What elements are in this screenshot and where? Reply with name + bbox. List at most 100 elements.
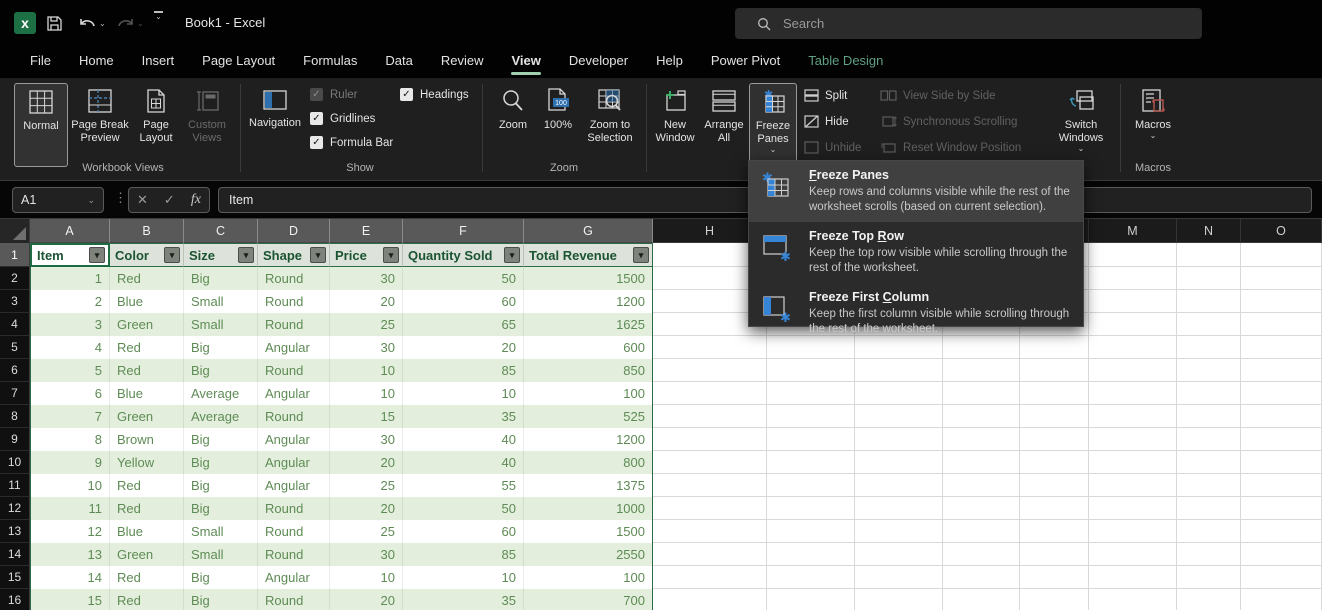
empty-cell[interactable] (1020, 428, 1089, 451)
data-cell[interactable]: Big (184, 589, 258, 610)
data-cell[interactable]: 1200 (524, 290, 653, 313)
empty-cell[interactable] (1241, 290, 1322, 313)
data-cell[interactable]: 2 (30, 290, 110, 313)
empty-cell[interactable] (767, 382, 855, 405)
empty-cell[interactable] (1177, 359, 1241, 382)
data-cell[interactable]: Green (110, 543, 184, 566)
data-cell[interactable]: Big (184, 566, 258, 589)
empty-cell[interactable] (767, 405, 855, 428)
data-cell[interactable]: Red (110, 497, 184, 520)
empty-cell[interactable] (767, 520, 855, 543)
row-header-15[interactable]: 15 (0, 566, 30, 589)
data-cell[interactable]: 10 (330, 359, 403, 382)
fx-icon[interactable]: fx (191, 192, 201, 208)
data-cell[interactable]: 25 (330, 474, 403, 497)
data-cell[interactable]: 11 (30, 497, 110, 520)
data-cell[interactable]: Small (184, 520, 258, 543)
data-cell[interactable]: 65 (403, 313, 524, 336)
empty-cell[interactable] (767, 543, 855, 566)
data-cell[interactable]: Big (184, 336, 258, 359)
data-cell[interactable]: 50 (403, 267, 524, 290)
empty-cell[interactable] (767, 589, 855, 610)
hide-button[interactable]: Hide (804, 115, 849, 128)
data-cell[interactable]: 60 (403, 520, 524, 543)
formula-bar-handle[interactable]: ⋮ (114, 190, 128, 206)
column-header-f[interactable]: F (403, 219, 524, 243)
empty-cell[interactable] (1241, 336, 1322, 359)
table-header-cell[interactable]: Item▾ (30, 243, 110, 267)
empty-cell[interactable] (855, 520, 943, 543)
table-header-cell[interactable]: Color▾ (110, 243, 184, 267)
empty-cell[interactable] (943, 566, 1020, 589)
empty-cell[interactable] (943, 451, 1020, 474)
column-header-c[interactable]: C (184, 219, 258, 243)
data-cell[interactable]: 20 (403, 336, 524, 359)
tab-review[interactable]: Review (427, 46, 498, 78)
excel-logo-icon[interactable]: x (14, 12, 36, 34)
empty-cell[interactable] (1177, 566, 1241, 589)
empty-cell[interactable] (653, 451, 767, 474)
empty-cell[interactable] (855, 359, 943, 382)
data-cell[interactable]: Brown (110, 428, 184, 451)
empty-cell[interactable] (1020, 543, 1089, 566)
data-cell[interactable]: Big (184, 474, 258, 497)
empty-cell[interactable] (1177, 405, 1241, 428)
data-cell[interactable]: 25 (330, 520, 403, 543)
row-header-2[interactable]: 2 (0, 267, 30, 290)
customize-qat-icon[interactable]: ⌄ (154, 11, 163, 35)
data-cell[interactable]: Round (258, 589, 330, 610)
data-cell[interactable]: Round (258, 359, 330, 382)
new-window-button[interactable]: New Window (651, 83, 699, 167)
empty-cell[interactable] (1020, 405, 1089, 428)
undo-chevron-icon[interactable]: ⌄ (99, 19, 106, 28)
data-cell[interactable]: 525 (524, 405, 653, 428)
tab-power-pivot[interactable]: Power Pivot (697, 46, 794, 78)
empty-cell[interactable] (1020, 520, 1089, 543)
empty-cell[interactable] (1241, 405, 1322, 428)
empty-cell[interactable] (653, 474, 767, 497)
data-cell[interactable]: Round (258, 405, 330, 428)
empty-cell[interactable] (653, 359, 767, 382)
data-cell[interactable]: 1625 (524, 313, 653, 336)
tab-file[interactable]: File (16, 46, 65, 78)
empty-cell[interactable] (653, 543, 767, 566)
empty-cell[interactable] (1177, 290, 1241, 313)
data-cell[interactable]: Blue (110, 382, 184, 405)
empty-cell[interactable] (943, 589, 1020, 610)
data-cell[interactable]: 850 (524, 359, 653, 382)
row-header-9[interactable]: 9 (0, 428, 30, 451)
empty-cell[interactable] (1177, 267, 1241, 290)
row-header-3[interactable]: 3 (0, 290, 30, 313)
data-cell[interactable]: Big (184, 497, 258, 520)
table-header-cell[interactable]: Size▾ (184, 243, 258, 267)
data-cell[interactable]: 15 (330, 405, 403, 428)
table-header-cell[interactable]: Shape▾ (258, 243, 330, 267)
data-cell[interactable]: Angular (258, 451, 330, 474)
empty-cell[interactable] (1089, 243, 1177, 267)
empty-cell[interactable] (1177, 382, 1241, 405)
data-cell[interactable]: 35 (403, 405, 524, 428)
row-header-11[interactable]: 11 (0, 474, 30, 497)
column-header-n[interactable]: N (1177, 219, 1241, 243)
data-cell[interactable]: Average (184, 405, 258, 428)
data-cell[interactable]: 30 (330, 336, 403, 359)
tab-view[interactable]: View (497, 46, 554, 78)
empty-cell[interactable] (1241, 428, 1322, 451)
data-cell[interactable]: 1375 (524, 474, 653, 497)
column-header-a[interactable]: A (30, 219, 110, 243)
empty-cell[interactable] (1089, 359, 1177, 382)
empty-cell[interactable] (1020, 474, 1089, 497)
data-cell[interactable]: 50 (403, 497, 524, 520)
data-cell[interactable]: Blue (110, 290, 184, 313)
data-cell[interactable]: 7 (30, 405, 110, 428)
tab-developer[interactable]: Developer (555, 46, 642, 78)
empty-cell[interactable] (767, 359, 855, 382)
empty-cell[interactable] (1177, 451, 1241, 474)
tab-data[interactable]: Data (371, 46, 426, 78)
row-header-6[interactable]: 6 (0, 359, 30, 382)
empty-cell[interactable] (1089, 336, 1177, 359)
checkbox-box-icon[interactable]: ✓ (310, 112, 323, 125)
data-cell[interactable]: 20 (330, 290, 403, 313)
data-cell[interactable]: 100 (524, 566, 653, 589)
data-cell[interactable]: Big (184, 267, 258, 290)
